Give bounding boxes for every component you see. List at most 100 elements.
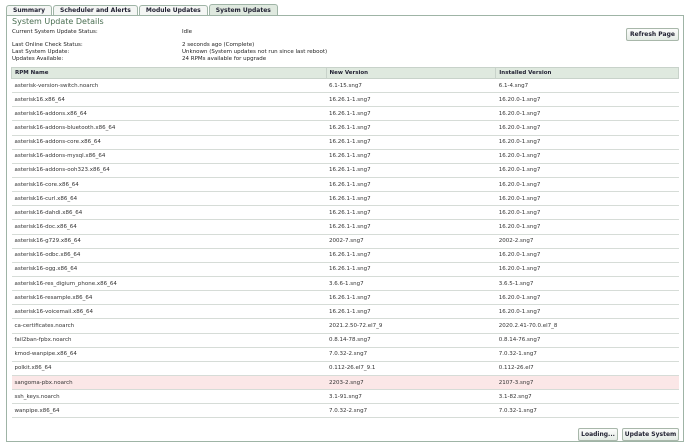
- cell-new-version: 16.26.1-1.sng7: [326, 92, 496, 108]
- cell-installed-version: 16.20.0-1.sng7: [495, 135, 679, 150]
- cell-rpm-name: asterisk16-addons-bluetooth.x86_64: [11, 120, 327, 136]
- cell-installed-version: 0.8.14-76.sng7: [495, 333, 679, 348]
- cell-installed-version: 16.20.0-1.sng7: [495, 106, 679, 122]
- table-row: sangoma-pbx.noarch 2203-2.sng7 2107-3.sng7: [11, 375, 679, 391]
- cell-rpm-name: asterisk16.x86_64: [11, 92, 327, 108]
- cell-new-version: 16.26.1-1.sng7: [326, 290, 496, 306]
- cell-new-version: 2021.2.50-72.el7_9: [326, 318, 496, 334]
- cell-installed-version: 16.20.0-1.sng7: [495, 177, 679, 193]
- cell-installed-version: 7.0.32-1.sng7: [495, 347, 679, 362]
- column-header-rpm-name: RPM Name: [11, 67, 327, 79]
- cell-rpm-name: ssh_keys.noarch: [11, 389, 327, 405]
- cell-rpm-name: asterisk-version-switch.noarch: [11, 78, 327, 94]
- last-update-value: Unknown (System updates not run since la…: [182, 49, 328, 55]
- cell-installed-version: 2020.2.41-70.0.el7_8: [495, 318, 679, 334]
- update-system-button[interactable]: Update System: [622, 428, 679, 441]
- cell-rpm-name: ca-certificates.noarch: [11, 318, 327, 334]
- last-online-value: 2 seconds ago (Complete): [182, 42, 255, 48]
- cell-new-version: 16.26.1-1.sng7: [326, 262, 496, 277]
- cell-new-version: 3.6.6-1.sng7: [326, 276, 496, 292]
- cell-installed-version: 16.20.0-1.sng7: [495, 92, 679, 108]
- table-row: asterisk16-core.x86_64 16.26.1-1.sng7 16.2…: [11, 177, 679, 193]
- table-row: asterisk16-odbc.x86_64 16.26.1-1.sng7 16.2…: [11, 248, 679, 263]
- cell-installed-version: 2107-3.sng7: [495, 375, 679, 391]
- cell-rpm-name: asterisk16-addons-mysql.x86_64: [11, 149, 327, 164]
- cell-rpm-name: asterisk16-voicemail.x86_64: [11, 304, 327, 320]
- cell-new-version: 2002-7.sng7: [326, 234, 496, 249]
- table-row: asterisk16-dahdi.x86_64 16.26.1-1.sng7 16.…: [11, 205, 679, 221]
- cell-new-version: 16.26.1-1.sng7: [326, 205, 496, 221]
- cell-new-version: 16.26.1-1.sng7: [326, 135, 496, 150]
- cell-installed-version: 0.112-26.el7: [495, 361, 679, 376]
- cell-installed-version: 16.20.0-1.sng7: [495, 248, 679, 263]
- column-header-installed-version: Installed Version: [495, 67, 679, 79]
- cell-new-version: 16.26.1-1.sng7: [326, 219, 496, 235]
- cell-installed-version: 7.0.32-1.sng7: [495, 403, 679, 419]
- table-row: asterisk16-addons-ooh323.x86_64 16.26.1-1…: [11, 163, 679, 178]
- cell-installed-version: 16.20.0-1.sng7: [495, 191, 679, 207]
- cell-rpm-name: asterisk16-core.x86_64: [11, 177, 327, 193]
- cell-installed-version: 2002-2.sng7: [495, 234, 679, 249]
- table-row: wanpipe.x86_64 7.0.32-2.sng7 7.0.32-1.sng7: [11, 403, 679, 419]
- cell-installed-version: 16.20.0-1.sng7: [495, 290, 679, 306]
- table-header-row: RPM Name New Version Installed Version: [11, 67, 679, 79]
- cell-installed-version: 16.20.0-1.sng7: [495, 149, 679, 164]
- table-row: asterisk16-curl.x86_64 16.26.1-1.sng7 16.2…: [11, 191, 679, 207]
- panel-title: System Update Details: [12, 17, 104, 26]
- last-update-label: Last System Update:: [12, 49, 70, 55]
- cell-new-version: 0.112-26.el7_9.1: [326, 361, 496, 376]
- refresh-page-button[interactable]: Refresh Page: [626, 28, 679, 41]
- cell-rpm-name: sangoma-pbx.noarch: [11, 375, 327, 391]
- cell-installed-version: 3.6.5-1.sng7: [495, 276, 679, 292]
- cell-rpm-name: wanpipe.x86_64: [11, 403, 327, 419]
- cell-new-version: 16.26.1-1.sng7: [326, 177, 496, 193]
- table-row: asterisk16-res_digium_phone.x86_64 3.6.6-…: [11, 276, 679, 292]
- status-label: Current System Update Status:: [12, 29, 98, 35]
- cell-new-version: 16.26.1-1.sng7: [326, 163, 496, 178]
- table-row: asterisk16-addons-bluetooth.x86_64 16.26.…: [11, 120, 679, 136]
- loading-button[interactable]: Loading...: [578, 428, 618, 441]
- cell-rpm-name: asterisk16-addons-core.x86_64: [11, 135, 327, 150]
- cell-installed-version: 3.1-82.sng7: [495, 389, 679, 405]
- cell-installed-version: 16.20.0-1.sng7: [495, 120, 679, 136]
- cell-rpm-name: polkit.x86_64: [11, 361, 327, 376]
- cell-installed-version: 16.20.0-1.sng7: [495, 205, 679, 221]
- last-online-label: Last Online Check Status:: [12, 42, 83, 48]
- cell-rpm-name: asterisk16-resample.x86_64: [11, 290, 327, 306]
- cell-rpm-name: asterisk16-dahdi.x86_64: [11, 205, 327, 221]
- cell-new-version: 2203-2.sng7: [326, 375, 496, 391]
- table-row: asterisk16-g729.x86_64 2002-7.sng7 2002-2.…: [11, 234, 679, 249]
- table-row: asterisk16-addons-mysql.x86_64 16.26.1-1.…: [11, 149, 679, 164]
- cell-rpm-name: asterisk16-ogg.x86_64: [11, 262, 327, 277]
- table-row: asterisk16-addons-core.x86_64 16.26.1-1.s…: [11, 135, 679, 150]
- available-value: 24 RPMs available for upgrade: [182, 56, 267, 62]
- status-value: Idle: [182, 29, 193, 35]
- cell-rpm-name: fail2ban-fpbx.noarch: [11, 333, 327, 348]
- cell-new-version: 7.0.32-2.sng7: [326, 347, 496, 362]
- cell-new-version: 16.26.1-1.sng7: [326, 149, 496, 164]
- cell-rpm-name: asterisk16-doc.x86_64: [11, 219, 327, 235]
- cell-new-version: 16.26.1-1.sng7: [326, 248, 496, 263]
- cell-rpm-name: asterisk16-addons.x86_64: [11, 106, 327, 122]
- cell-installed-version: 16.20.0-1.sng7: [495, 304, 679, 320]
- cell-new-version: 16.26.1-1.sng7: [326, 120, 496, 136]
- cell-new-version: 6.1-15.sng7: [326, 78, 496, 94]
- column-header-new-version: New Version: [325, 67, 497, 79]
- table-row: polkit.x86_64 0.112-26.el7_9.1 0.112-26.el…: [11, 361, 679, 376]
- table-row: asterisk16-addons.x86_64 16.26.1-1.sng7 16…: [11, 106, 679, 122]
- table-row: kmod-wanpipe.x86_64 7.0.32-2.sng7 7.0.32-1…: [11, 347, 679, 362]
- cell-new-version: 16.26.1-1.sng7: [326, 304, 496, 320]
- table-row: asterisk-version-switch.noarch 6.1-15.sng…: [11, 78, 679, 94]
- cell-new-version: 7.0.32-2.sng7: [326, 403, 496, 419]
- cell-installed-version: 16.20.0-1.sng7: [495, 163, 679, 178]
- cell-rpm-name: kmod-wanpipe.x86_64: [11, 347, 327, 362]
- system-update-panel: System Update Details Current System Upd…: [6, 15, 684, 442]
- cell-new-version: 3.1-91.sng7: [326, 389, 496, 405]
- table-row: asterisk16.x86_64 16.26.1-1.sng7 16.20.0-1…: [11, 92, 679, 108]
- cell-rpm-name: asterisk16-g729.x86_64: [11, 234, 327, 249]
- cell-rpm-name: asterisk16-res_digium_phone.x86_64: [11, 276, 327, 292]
- table-row: fail2ban-fpbx.noarch 0.8.14-78.sng7 0.8.14…: [11, 333, 679, 348]
- table-row: ca-certificates.noarch 2021.2.50-72.el7_9…: [11, 318, 679, 334]
- table-row: asterisk16-doc.x86_64 16.26.1-1.sng7 16.20…: [11, 219, 679, 235]
- cell-rpm-name: asterisk16-odbc.x86_64: [11, 248, 327, 263]
